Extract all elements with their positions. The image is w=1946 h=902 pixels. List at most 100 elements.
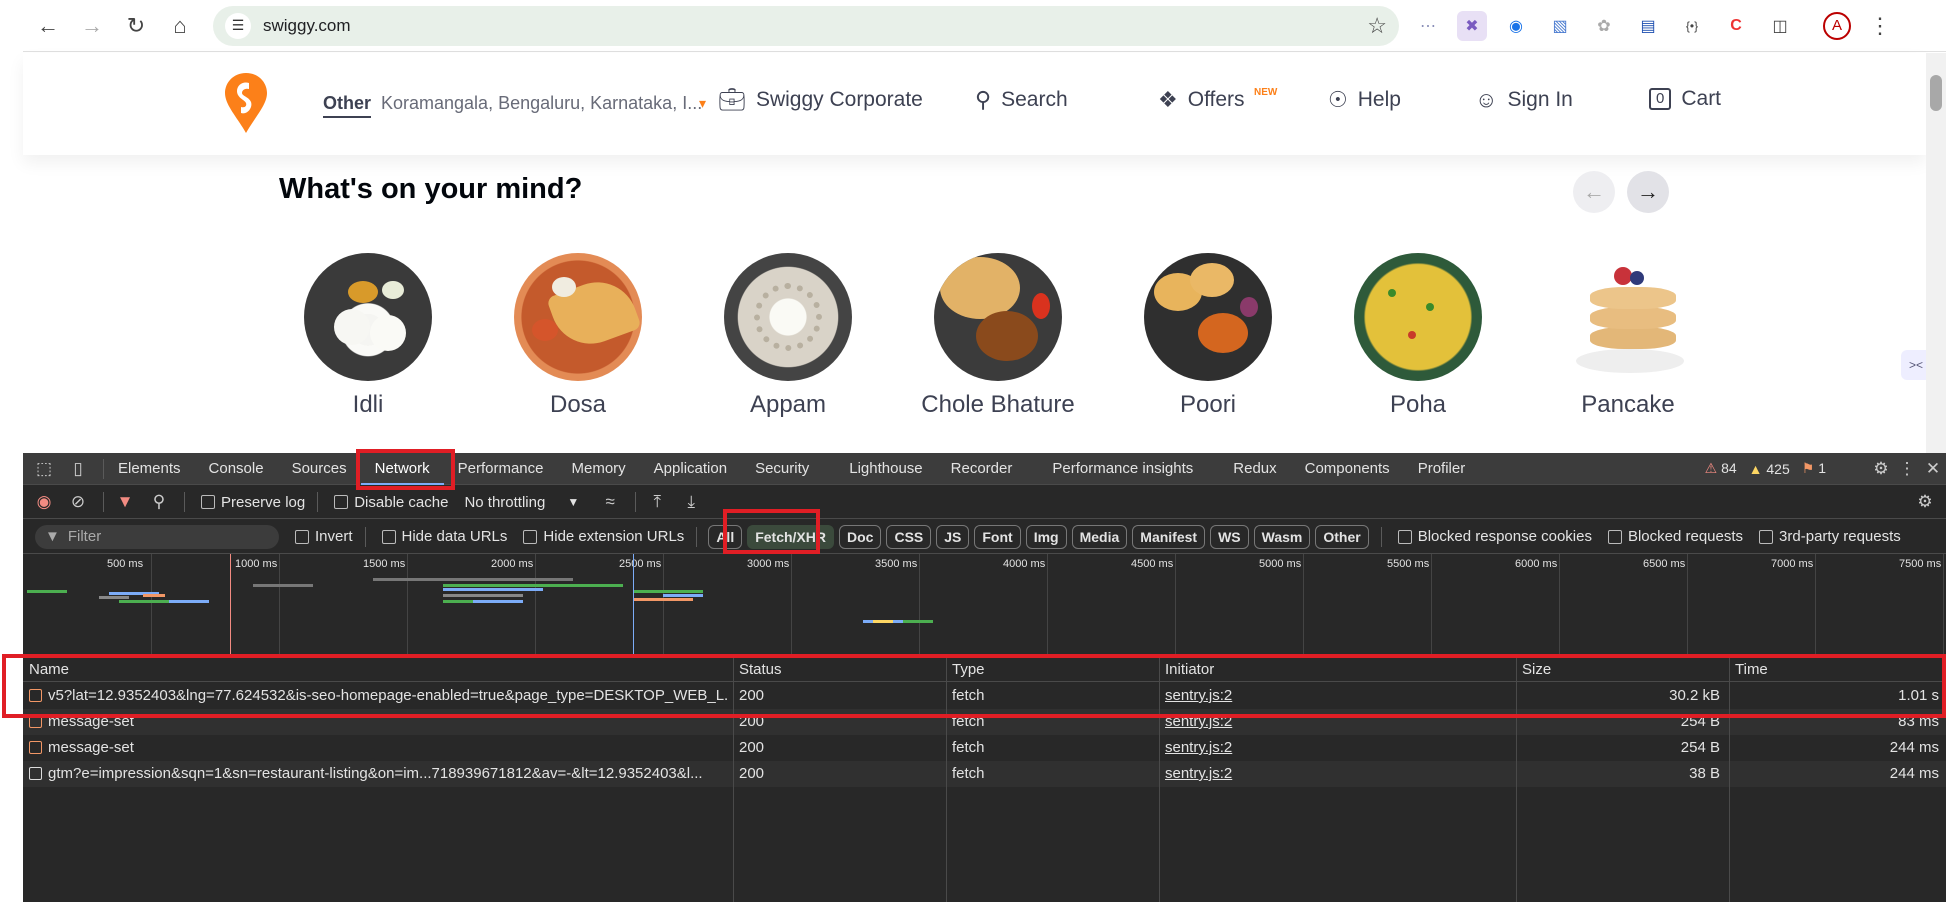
url-text[interactable]: swiggy.com — [263, 16, 1367, 36]
nav-cart[interactable]: 0 Cart — [1649, 87, 1721, 111]
error-count[interactable]: ⚠ 84 — [1705, 460, 1737, 477]
filter-chip-wasm[interactable]: Wasm — [1253, 524, 1311, 549]
scrollbar-thumb[interactable] — [1930, 75, 1942, 111]
nav-corporate[interactable]: 💼︎ Swiggy Corporate — [718, 87, 923, 113]
home-icon[interactable]: ⌂ — [161, 7, 199, 45]
hide-data-urls-checkbox[interactable]: Hide data URLs — [381, 528, 507, 545]
forward-icon[interactable]: → — [73, 7, 111, 45]
blocked-requests-checkbox[interactable]: Blocked requests — [1607, 528, 1743, 545]
disable-cache-checkbox[interactable]: Disable cache — [334, 494, 448, 511]
device-toolbar-icon[interactable]: ▯ — [65, 456, 91, 482]
table-row[interactable]: gtm?e=impression&sqn=1&sn=restaurant-lis… — [23, 761, 1946, 787]
network-timeline-overview[interactable]: 500 ms 1000 ms 1500 ms 2000 ms 2500 ms 3000 m… — [23, 554, 1946, 655]
page-scrollbar[interactable] — [1926, 53, 1946, 453]
filter-chip-font[interactable]: Font — [974, 524, 1021, 549]
issue-count[interactable]: ⚑ 1 — [1802, 460, 1826, 477]
checkbox-box[interactable] — [1397, 529, 1412, 544]
browser-menu-icon[interactable]: ⋮ — [1869, 13, 1891, 39]
bookmark-star-icon[interactable]: ☆ — [1367, 13, 1387, 39]
food-item-dosa[interactable]: Dosa — [478, 253, 678, 419]
nav-search[interactable]: ⚲ Search — [975, 87, 1068, 113]
filter-chip-other[interactable]: Other — [1315, 524, 1369, 549]
tab-redux[interactable]: Redux — [1219, 453, 1290, 485]
export-har-icon[interactable]: ⤓ — [678, 489, 704, 515]
reload-icon[interactable]: ↻ — [117, 7, 155, 45]
filter-chip-manifest[interactable]: Manifest — [1132, 524, 1206, 549]
tab-security[interactable]: Security — [741, 453, 823, 485]
food-item-poori[interactable]: Poori — [1108, 253, 1308, 419]
devtools-menu-icon[interactable]: ⋮ — [1894, 456, 1920, 482]
swiggy-logo[interactable] — [223, 71, 269, 135]
checkbox-box[interactable] — [381, 529, 396, 544]
blocked-response-cookies-checkbox[interactable]: Blocked response cookies — [1397, 528, 1592, 545]
record-stop-icon[interactable]: ◉ — [31, 489, 57, 515]
puzzle-icon[interactable]: ◫ — [1765, 11, 1795, 41]
settings-gear-icon[interactable]: ⚙ — [1868, 456, 1894, 482]
tab-memory[interactable]: Memory — [558, 453, 640, 485]
tab-performance[interactable]: Performance — [444, 453, 558, 485]
tab-recorder[interactable]: Recorder — [937, 453, 1027, 485]
invert-checkbox[interactable]: Invert — [295, 528, 353, 545]
clear-icon[interactable]: ⊘ — [65, 489, 91, 515]
carousel-prev-button[interactable]: ← — [1573, 171, 1615, 213]
checkbox-box[interactable] — [295, 529, 309, 544]
extension-icon-6[interactable]: ▤ — [1633, 11, 1663, 41]
filter-chip-css[interactable]: CSS — [886, 524, 932, 549]
tab-profiler[interactable]: Profiler — [1404, 453, 1480, 485]
tab-sources[interactable]: Sources — [278, 453, 361, 485]
close-devtools-icon[interactable]: ✕ — [1920, 456, 1946, 482]
tab-elements[interactable]: Elements — [104, 453, 195, 485]
filter-funnel-icon[interactable]: ▼ — [112, 489, 138, 515]
location-chevron-icon[interactable]: ▾ — [699, 95, 706, 112]
network-settings-icon[interactable]: ⚙ — [1912, 489, 1938, 515]
filter-chip-js[interactable]: JS — [936, 524, 970, 549]
inspect-element-icon[interactable]: ⬚ — [31, 456, 57, 482]
food-item-pancake[interactable]: Pancake — [1528, 253, 1728, 419]
throttling-select[interactable]: No throttling ▼ — [464, 494, 579, 511]
tab-application[interactable]: Application — [640, 453, 741, 485]
site-info-icon[interactable]: ☰ — [225, 12, 251, 39]
filter-input[interactable]: ▼ Filter — [35, 524, 279, 549]
search-icon[interactable]: ⚲ — [146, 489, 172, 515]
tab-performance-insights[interactable]: Performance insights — [1038, 453, 1207, 485]
profile-avatar[interactable]: A — [1823, 11, 1851, 40]
food-item-idli[interactable]: Idli — [268, 253, 468, 419]
nav-help[interactable]: ☉ Help — [1328, 87, 1401, 113]
console-counts[interactable]: ⚠ 84 ▲ 425 ⚑ 1 — [1705, 460, 1826, 477]
extension-icon-2[interactable]: ✖ — [1457, 10, 1487, 41]
extension-icon-7[interactable]: {•} — [1677, 11, 1707, 41]
food-item-poha[interactable]: Poha — [1318, 253, 1518, 419]
nav-offers[interactable]: ❖ Offers — [1158, 87, 1245, 113]
cell-initiator[interactable]: sentry.js:2 — [1165, 765, 1505, 782]
extension-icon-1[interactable]: ⋯ — [1413, 11, 1443, 41]
extension-icon-3[interactable]: ◉ — [1501, 11, 1531, 41]
checkbox-box[interactable] — [523, 529, 538, 544]
cell-initiator[interactable]: sentry.js:2 — [1165, 739, 1505, 756]
location-address[interactable]: Koramangala, Bengaluru, Karnataka, I... — [381, 93, 702, 114]
filter-chip-media[interactable]: Media — [1071, 524, 1128, 549]
carousel-next-button[interactable]: → — [1627, 171, 1669, 213]
import-har-icon[interactable]: ⤒ — [644, 489, 670, 515]
third-party-requests-checkbox[interactable]: 3rd-party requests — [1759, 528, 1901, 545]
hide-extension-urls-checkbox[interactable]: Hide extension URLs — [523, 528, 684, 545]
nav-signin[interactable]: ☺ Sign In — [1475, 87, 1573, 113]
tab-lighthouse[interactable]: Lighthouse — [835, 453, 936, 485]
network-conditions-icon[interactable]: ≈ — [597, 489, 623, 515]
food-item-appam[interactable]: Appam — [688, 253, 888, 419]
filter-chip-img[interactable]: Img — [1025, 524, 1067, 549]
address-bar[interactable]: ☰ swiggy.com ☆ — [213, 5, 1399, 46]
tab-console[interactable]: Console — [195, 453, 278, 485]
location-type[interactable]: Other — [323, 93, 372, 118]
checkbox-box[interactable] — [201, 495, 215, 509]
checkbox-box[interactable] — [1607, 529, 1622, 544]
extension-icon-8[interactable]: C — [1721, 11, 1751, 41]
table-row[interactable]: message-set 200 fetch sentry.js:2 254 B 244 m… — [23, 735, 1946, 761]
tab-components[interactable]: Components — [1291, 453, 1404, 485]
food-item-chole-bhature[interactable]: Chole Bhature — [898, 253, 1098, 419]
filter-chip-ws[interactable]: WS — [1210, 524, 1249, 549]
filter-chip-doc[interactable]: Doc — [839, 524, 882, 549]
warning-count[interactable]: ▲ 425 — [1749, 461, 1790, 477]
preserve-log-checkbox[interactable]: Preserve log — [201, 494, 305, 511]
extension-icon-5[interactable]: ✿ — [1589, 11, 1619, 41]
checkbox-box[interactable] — [334, 495, 349, 509]
